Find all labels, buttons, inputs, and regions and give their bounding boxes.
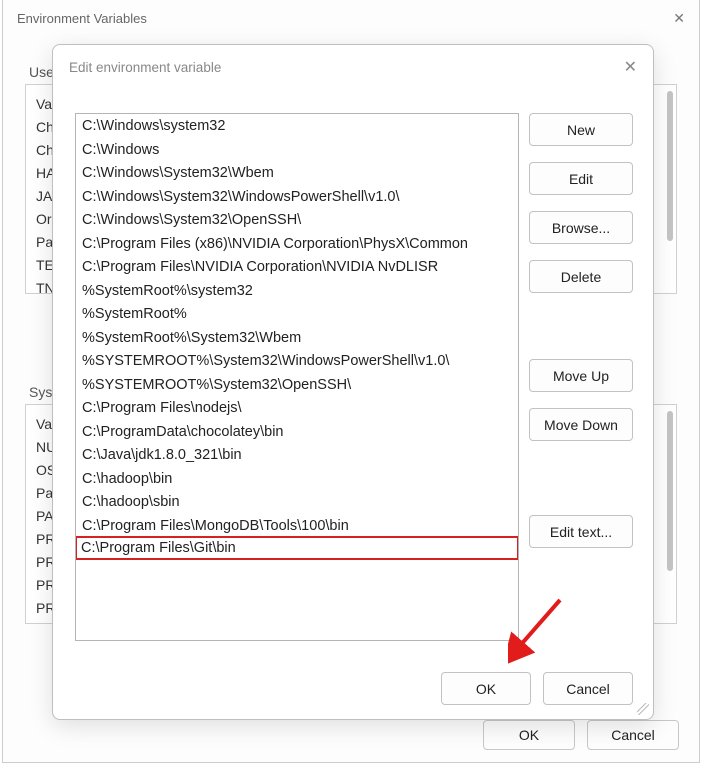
edit-dialog-title: Edit environment variable xyxy=(69,60,221,75)
spacer xyxy=(529,309,633,343)
path-entry[interactable]: C:\Program Files\nodejs\ xyxy=(76,396,518,420)
path-entry[interactable]: C:\Program Files\MongoDB\Tools\100\bin xyxy=(76,514,518,538)
envvar-titlebar: Environment Variables ✕ xyxy=(3,0,699,36)
new-button[interactable]: New xyxy=(529,113,633,146)
path-entry[interactable]: C:\Windows\System32\OpenSSH\ xyxy=(76,208,518,232)
ok-button[interactable]: OK xyxy=(441,672,531,705)
edit-text-button[interactable]: Edit text... xyxy=(529,515,633,548)
path-entry[interactable]: %SYSTEMROOT%\System32\OpenSSH\ xyxy=(76,373,518,397)
path-entry[interactable]: C:\Windows\system32 xyxy=(76,114,518,138)
path-listbox[interactable]: C:\Windows\system32C:\WindowsC:\Windows\… xyxy=(75,113,519,641)
path-entry[interactable]: C:\Windows xyxy=(76,138,518,162)
edit-env-var-dialog: Edit environment variable ✕ C:\Windows\s… xyxy=(52,44,654,720)
cancel-button[interactable]: Cancel xyxy=(543,672,633,705)
edit-button[interactable]: Edit xyxy=(529,162,633,195)
path-entry[interactable]: %SYSTEMROOT%\System32\WindowsPowerShell\… xyxy=(76,349,518,373)
path-entry[interactable]: C:\Program Files\NVIDIA Corporation\NVID… xyxy=(76,255,518,279)
path-entry[interactable]: C:\Windows\System32\WindowsPowerShell\v1… xyxy=(76,185,518,209)
scrollbar[interactable] xyxy=(667,91,673,241)
path-entry[interactable]: C:\Windows\System32\Wbem xyxy=(76,161,518,185)
spacer xyxy=(529,457,633,499)
edit-dialog-actions: OK Cancel xyxy=(441,672,633,705)
envvar-title: Environment Variables xyxy=(17,11,147,26)
edit-dialog-body: C:\Windows\system32C:\WindowsC:\Windows\… xyxy=(53,89,653,719)
path-entry[interactable]: C:\Program Files\Git\bin xyxy=(75,536,519,560)
scrollbar[interactable] xyxy=(667,411,673,571)
envvar-dialog-actions: OK Cancel xyxy=(483,720,679,750)
path-entry[interactable]: %SystemRoot% xyxy=(76,302,518,326)
move-down-button[interactable]: Move Down xyxy=(529,408,633,441)
path-entry[interactable]: C:\hadoop\sbin xyxy=(76,490,518,514)
edit-button-column: New Edit Browse... Delete Move Up Move D… xyxy=(529,113,633,548)
ok-button[interactable]: OK xyxy=(483,720,575,750)
path-entry[interactable]: C:\hadoop\bin xyxy=(76,467,518,491)
edit-titlebar: Edit environment variable ✕ xyxy=(53,45,653,89)
path-entry[interactable]: C:\Java\jdk1.8.0_321\bin xyxy=(76,443,518,467)
path-entry[interactable]: C:\ProgramData\chocolatey\bin xyxy=(76,420,518,444)
resize-grip-icon[interactable] xyxy=(637,703,649,715)
browse-button[interactable]: Browse... xyxy=(529,211,633,244)
delete-button[interactable]: Delete xyxy=(529,260,633,293)
close-icon[interactable]: ✕ xyxy=(624,57,637,77)
path-entry[interactable]: %SystemRoot%\System32\Wbem xyxy=(76,326,518,350)
move-up-button[interactable]: Move Up xyxy=(529,359,633,392)
close-icon[interactable]: ✕ xyxy=(673,10,685,27)
path-entry[interactable]: C:\Program Files (x86)\NVIDIA Corporatio… xyxy=(76,232,518,256)
path-entry[interactable]: %SystemRoot%\system32 xyxy=(76,279,518,303)
cancel-button[interactable]: Cancel xyxy=(587,720,679,750)
